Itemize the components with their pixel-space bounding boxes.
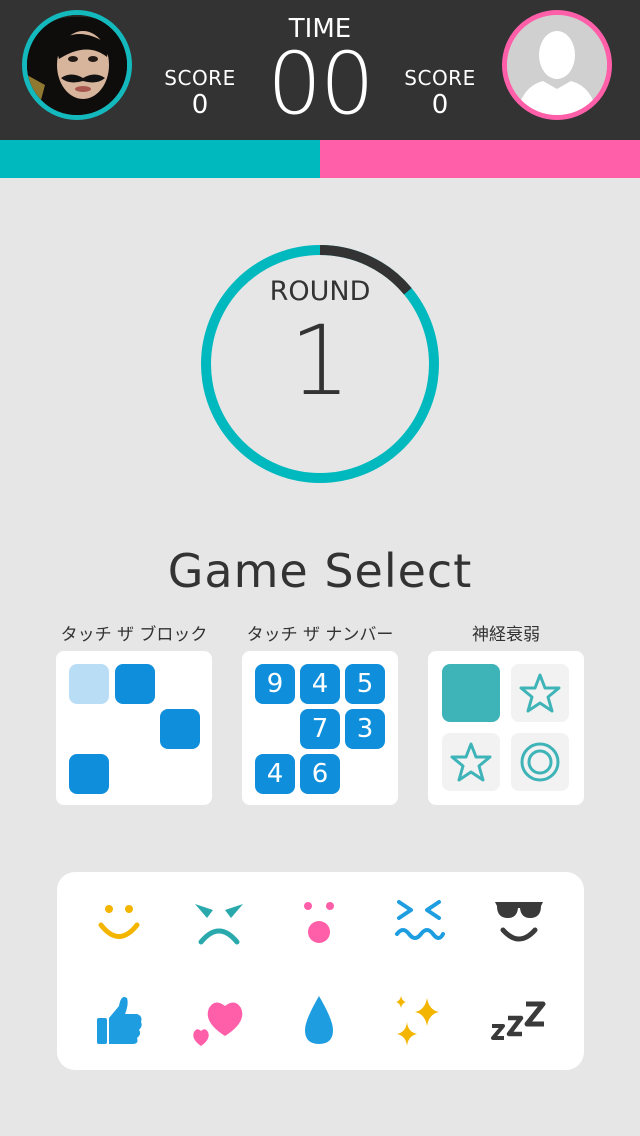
player1-score-value: 0: [191, 90, 209, 120]
round-label: ROUND: [269, 276, 371, 307]
sunglasses-icon[interactable]: [489, 892, 549, 952]
time-value: 00: [267, 34, 374, 134]
smile-icon[interactable]: [89, 892, 149, 952]
player1-photo: [27, 15, 127, 115]
zzz-icon[interactable]: [489, 990, 549, 1050]
game-card-touch-number[interactable]: 9 4 5 7 3 4 6: [242, 651, 398, 805]
thumbs-up-icon[interactable]: [89, 990, 149, 1050]
score-header: SCORE 0 TIME 00 SCORE 0: [0, 0, 640, 140]
block-tile: [115, 664, 155, 704]
default-user-icon: [507, 15, 607, 115]
timer: TIME 00: [250, 14, 390, 134]
memory-card-star: [511, 664, 569, 722]
game-label-memory: 神経衰弱: [472, 625, 540, 645]
double-circle-icon: [520, 742, 560, 782]
memory-card-circle: [511, 733, 569, 791]
player2-score: SCORE 0: [395, 66, 485, 118]
game-card-touch-block[interactable]: [56, 651, 212, 805]
game-label-touch-number: タッチ ザ ナンバー: [246, 625, 394, 645]
number-tile: 9: [255, 664, 295, 704]
game-card-memory[interactable]: [428, 651, 584, 805]
player1-score-label: SCORE: [164, 66, 236, 90]
block-tile: [69, 754, 109, 794]
memory-card-star: [442, 733, 500, 791]
dizzy-icon[interactable]: [389, 892, 449, 952]
sparkles-icon[interactable]: [389, 990, 449, 1050]
number-tile: 4: [300, 664, 340, 704]
game-label-touch-block: タッチ ザ ブロック: [60, 625, 208, 645]
game-select-title: Game Select: [167, 544, 473, 598]
angry-icon[interactable]: [189, 892, 249, 952]
number-tile: 6: [300, 754, 340, 794]
player2-avatar[interactable]: [502, 10, 612, 120]
round-number: 1: [289, 305, 351, 417]
drop-icon[interactable]: [289, 990, 349, 1050]
emoji-panel: [57, 872, 584, 1070]
surprised-icon[interactable]: [289, 892, 349, 952]
player1-bar: [0, 140, 320, 178]
memory-card-facedown: [442, 664, 500, 722]
block-tile: [160, 709, 200, 749]
player1-score: SCORE 0: [155, 66, 245, 118]
player2-score-value: 0: [431, 90, 449, 120]
player1-avatar[interactable]: [22, 10, 132, 120]
block-tile: [69, 664, 109, 704]
player2-bar: [320, 140, 640, 178]
number-tile: 3: [345, 709, 385, 749]
number-tile: 7: [300, 709, 340, 749]
number-tile: 5: [345, 664, 385, 704]
star-icon: [519, 673, 561, 713]
star-icon: [450, 742, 492, 782]
player2-score-label: SCORE: [404, 66, 476, 90]
number-tile: 4: [255, 754, 295, 794]
hearts-icon[interactable]: [189, 990, 249, 1050]
